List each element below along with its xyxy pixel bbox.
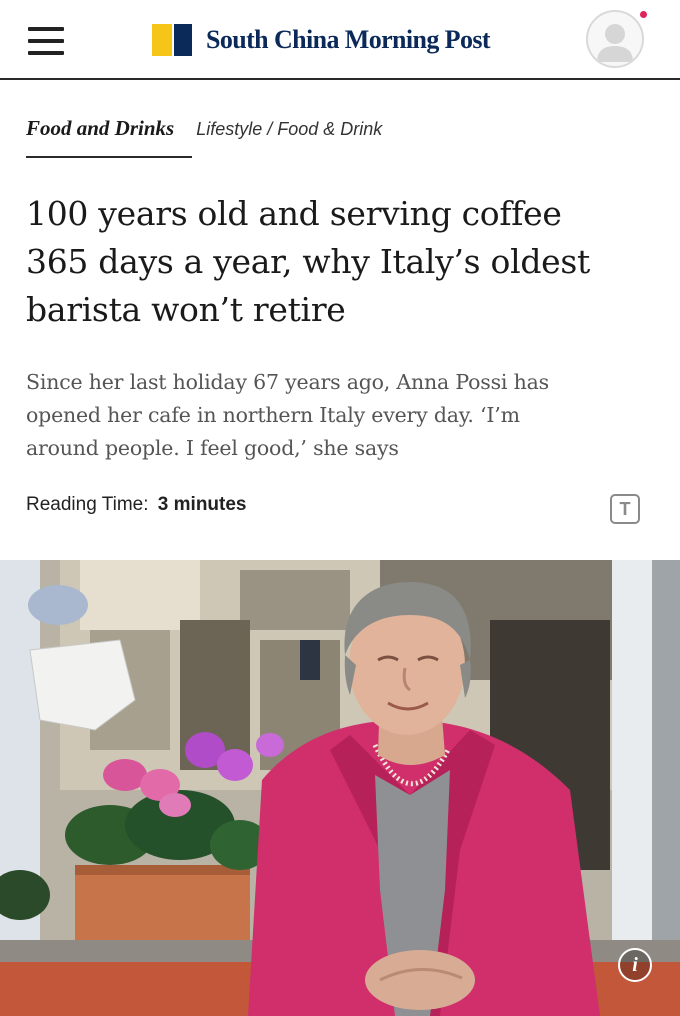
menu-line	[28, 39, 64, 43]
text-size-icon[interactable]: T	[610, 494, 640, 524]
info-glyph: i	[632, 954, 638, 976]
section-underline	[26, 156, 192, 158]
info-icon[interactable]: i	[618, 948, 652, 982]
reading-time: Reading Time: 3 minutes	[26, 494, 247, 516]
summary-line: Since her last holiday 67 years ago, Ann…	[26, 370, 549, 394]
article-headline: 100 years old and serving coffee 365 day…	[26, 190, 656, 334]
site-logo[interactable]: South China Morning Post	[152, 22, 491, 58]
reading-time-label: Reading Time:	[26, 494, 149, 515]
reading-time-value: 3 minutes	[157, 494, 247, 515]
article-summary: Since her last holiday 67 years ago, Ann…	[26, 366, 646, 465]
text-size-glyph: T	[619, 499, 631, 519]
section-link-lifestyle-food-drink[interactable]: Lifestyle / Food & Drink	[196, 119, 382, 140]
logo-mark-icon	[152, 24, 192, 56]
headline-line: barista won’t retire	[26, 290, 346, 329]
hamburger-menu-icon[interactable]	[28, 27, 64, 55]
menu-line	[28, 51, 64, 55]
section-breadcrumb: Food and Drinks Lifestyle / Food & Drink	[26, 116, 382, 146]
headline-line: 365 days a year, why Italy’s oldest	[26, 242, 590, 281]
hero-photo[interactable]	[0, 560, 680, 1016]
summary-line: around people. I feel good,’ she says	[26, 436, 399, 460]
top-bar: South China Morning Post	[0, 0, 680, 80]
user-avatar-icon[interactable]	[586, 10, 644, 68]
notification-dot	[640, 11, 647, 18]
menu-line	[28, 27, 64, 31]
section-link-food-and-drinks[interactable]: Food and Drinks	[26, 116, 174, 141]
summary-line: opened her cafe in northern Italy every …	[26, 403, 520, 427]
logo-text: South China Morning Post	[206, 25, 491, 54]
headline-line: 100 years old and serving coffee	[26, 194, 562, 233]
